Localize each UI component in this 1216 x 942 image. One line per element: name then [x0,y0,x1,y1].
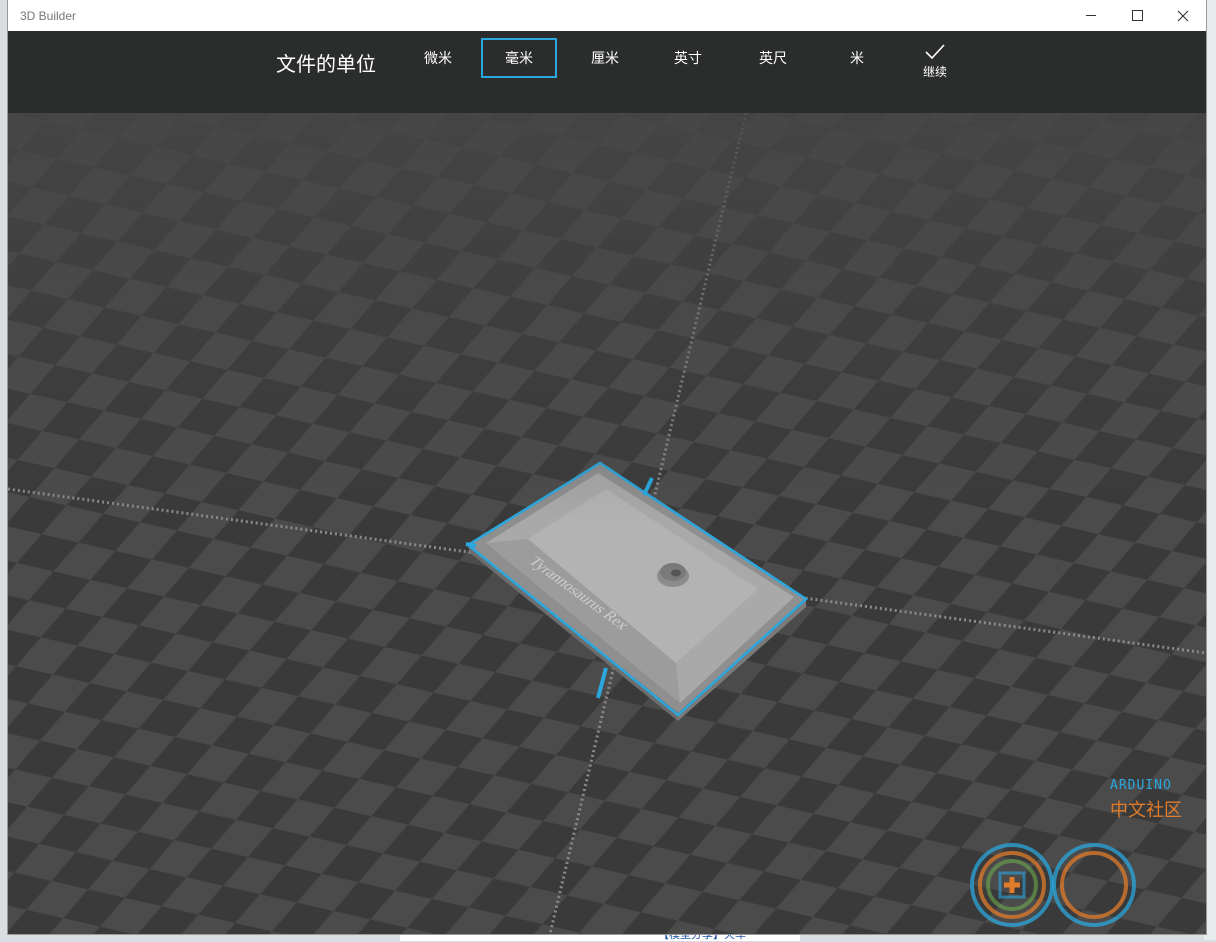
unit-label: 英寸 [674,50,702,66]
unit-micrometer-button[interactable]: 微米 [400,38,476,78]
unit-label: 英尺 [759,50,787,66]
checkmark-icon [925,44,945,60]
unit-foot-button[interactable]: 英尺 [735,38,811,78]
axis-highlight-x [465,542,477,548]
unit-label: 毫米 [505,50,533,66]
unit-millimeter-button[interactable]: 毫米 [481,38,557,78]
window-title: 3D Builder [20,9,77,23]
title-bar[interactable]: 3D Builder [8,0,1206,31]
close-button[interactable] [1160,0,1206,31]
unit-label: 厘米 [591,50,619,66]
unit-meter-button[interactable]: 米 [819,38,895,78]
unit-label: 米 [850,50,864,66]
3d-viewport[interactable]: Tyrannosaurus Rex [8,113,1206,934]
unit-inch-button[interactable]: 英寸 [650,38,726,78]
maximize-button[interactable] [1114,0,1160,31]
app-window: 3D Builder 文件的单位 微米 毫米 厘米 英寸 英尺 米 继续 Tyr… [8,0,1206,934]
scene-canvas: Tyrannosaurus Rex [8,113,1206,934]
maximize-icon [1131,10,1143,21]
units-toolbar: 文件的单位 微米 毫米 厘米 英寸 英尺 米 继续 [8,31,1206,113]
continue-button[interactable]: 继续 [913,43,957,89]
watermark-subtext: 中文社区 [1110,800,1182,820]
minimize-button[interactable] [1068,0,1114,31]
arduino-logo [970,843,1136,927]
close-icon [1177,10,1189,21]
watermark-text: ARDUINO [1110,778,1172,793]
minimize-icon [1086,15,1096,16]
continue-label: 继续 [922,65,947,79]
unit-label: 微米 [424,50,452,66]
units-heading: 文件的单位 [276,54,376,76]
model-knob-hole [671,569,681,577]
unit-centimeter-button[interactable]: 厘米 [567,38,643,78]
